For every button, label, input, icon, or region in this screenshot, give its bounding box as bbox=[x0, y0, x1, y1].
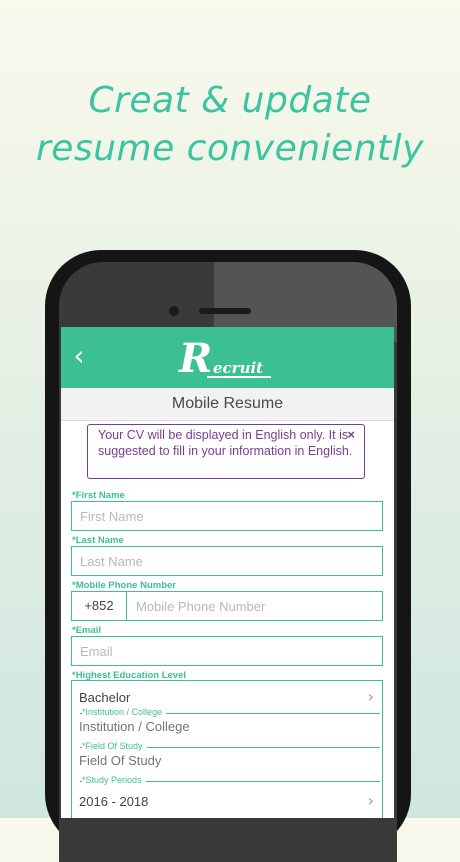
mobile-field: +852 bbox=[71, 591, 383, 621]
study-period-select[interactable]: 2016 - 2018 › bbox=[72, 785, 382, 817]
recruit-logo: R ecruit bbox=[179, 335, 275, 383]
speaker-icon bbox=[199, 308, 251, 314]
headline-line-1: Creat & update bbox=[88, 80, 372, 121]
field-of-study-label: *Field Of Study bbox=[82, 741, 147, 751]
language-notice: Your CV will be displayed in English onl… bbox=[87, 424, 365, 479]
mobile-input[interactable] bbox=[128, 592, 380, 620]
first-name-label: *First Name bbox=[72, 490, 125, 501]
last-name-input[interactable] bbox=[72, 547, 382, 575]
page-title: Mobile Resume bbox=[61, 388, 394, 421]
email-field bbox=[71, 636, 383, 666]
headline-line-2: resume conveniently bbox=[36, 128, 424, 169]
first-name-field bbox=[71, 501, 383, 531]
last-name-field bbox=[71, 546, 383, 576]
app-screen: ‹ R ecruit Mobile Resume Your CV will be… bbox=[61, 327, 394, 818]
education-level-value: Bachelor bbox=[79, 690, 131, 705]
close-icon[interactable]: × bbox=[347, 427, 355, 443]
chevron-right-icon: › bbox=[367, 791, 374, 810]
notice-text: Your CV will be displayed in English onl… bbox=[98, 428, 353, 458]
institution-label: *Institution / College bbox=[82, 707, 167, 717]
institution-input[interactable] bbox=[79, 719, 359, 734]
email-label: *Email bbox=[72, 625, 102, 636]
education-box: Bachelor › *Institution / College *Field… bbox=[71, 680, 383, 818]
country-code-prefix[interactable]: +852 bbox=[72, 592, 127, 620]
first-name-input[interactable] bbox=[72, 502, 382, 530]
nav-bar: ‹ R ecruit bbox=[61, 327, 394, 388]
logo-text: ecruit bbox=[213, 359, 264, 377]
logo-underline bbox=[207, 376, 271, 378]
last-name-label: *Last Name bbox=[72, 535, 124, 546]
field-of-study-input[interactable] bbox=[79, 753, 359, 768]
email-input[interactable] bbox=[72, 637, 382, 665]
chevron-left-icon[interactable]: ‹ bbox=[67, 341, 91, 371]
camera-icon bbox=[169, 306, 179, 316]
mobile-label: *Mobile Phone Number bbox=[72, 580, 176, 591]
chevron-right-icon: › bbox=[367, 687, 374, 706]
study-period-label: *Study Periods bbox=[82, 775, 146, 785]
study-period-value: 2016 - 2018 bbox=[79, 794, 149, 809]
logo-letter: R bbox=[179, 335, 213, 382]
